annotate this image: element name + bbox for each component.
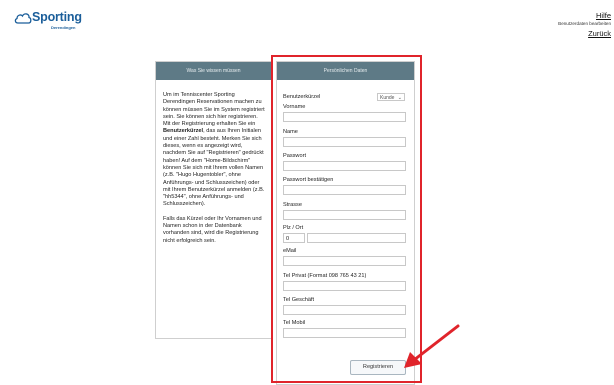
personal-data-title: Persönlichen Daten (277, 62, 414, 80)
tel-geschaeft-label: Tel Geschäft (283, 297, 315, 303)
tel-privat-input[interactable] (283, 281, 406, 291)
info-text-a: Um im Tenniscenter Sporting Derendingen … (163, 92, 265, 128)
personal-data-panel: Persönlichen Daten Benutzerkürzel Kunde ⌄… (276, 61, 415, 385)
name-input[interactable] (283, 137, 406, 147)
tel-mobil-label: Tel Mobil (283, 320, 306, 326)
strasse-label: Strasse (283, 202, 302, 208)
info-panel-body: Um im Tenniscenter Sporting Derendingen … (156, 80, 271, 245)
info-text-bold: Benutzerkürzel (163, 128, 204, 135)
name-label: Name (283, 129, 298, 135)
customer-type-select[interactable]: Kunde ⌄ (377, 93, 405, 101)
ort-input[interactable] (307, 233, 406, 243)
tel-geschaeft-input[interactable] (283, 305, 406, 315)
passwort-input[interactable] (283, 161, 406, 171)
info-paragraph-1: Um im Tenniscenter Sporting Derendingen … (163, 92, 265, 209)
info-paragraph-2: Falls das Kürzel oder Ihr Vornamen und N… (163, 215, 262, 244)
chevron-down-icon: ⌄ (397, 95, 402, 101)
passwort2-input[interactable] (283, 185, 406, 195)
info-text-c: , das aus Ihren Initialen und einer Zahl… (163, 128, 265, 208)
brand-name: Sporting (32, 10, 82, 24)
cloud-icon (14, 13, 32, 24)
back-link[interactable]: Zurück (558, 29, 611, 38)
email-label: eMail (283, 248, 297, 254)
tel-mobil-input[interactable] (283, 328, 406, 338)
top-navigation: Hilfe Benutzerdaten bearbeiten Zurück (558, 11, 611, 38)
arrow-annotation-icon (404, 324, 460, 368)
tel-privat-label: Tel Privat (Format 098 765 43 21) (283, 273, 367, 279)
vorname-input[interactable] (283, 112, 406, 122)
info-panel: Was Sie wissen müssen Um im Tenniscenter… (155, 61, 272, 339)
strasse-input[interactable] (283, 210, 406, 220)
page-subtitle: Benutzerdaten bearbeiten (558, 21, 611, 26)
brand-logo[interactable]: Sporting Derendingen (14, 10, 94, 35)
plz-input[interactable]: 0 (283, 233, 305, 243)
vorname-label: Vorname (283, 104, 306, 110)
customer-type-value: Kunde (380, 95, 395, 101)
plz-ort-label: Plz / Ort (283, 225, 304, 231)
help-link[interactable]: Hilfe (558, 11, 611, 20)
passwort2-label: Passwort bestätigen (283, 177, 334, 183)
info-panel-title: Was Sie wissen müssen (156, 62, 271, 80)
brand-subtitle: Derendingen (51, 25, 76, 30)
benutzer-label: Benutzerkürzel (283, 94, 321, 100)
register-button[interactable]: Registrieren (350, 360, 406, 375)
passwort-label: Passwort (283, 153, 307, 159)
email-input[interactable] (283, 256, 406, 266)
